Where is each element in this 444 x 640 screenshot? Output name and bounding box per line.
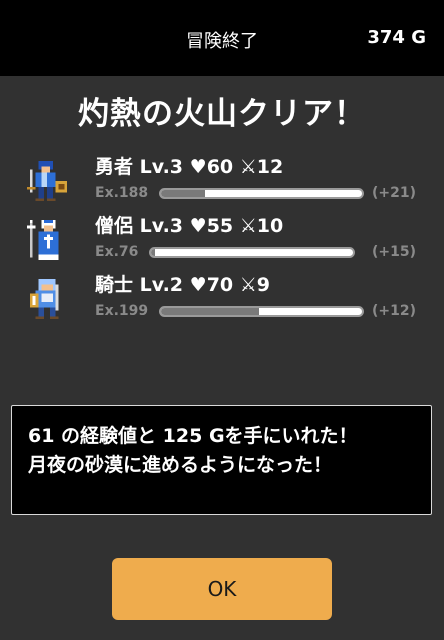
ok-button[interactable]: OK (112, 558, 332, 620)
knight-sprite-icon (29, 278, 59, 320)
member-attack: ⚔10 (239, 215, 284, 237)
member-name: 僧侶 (95, 215, 134, 237)
header-bar: 冒険終了 374 G (0, 0, 444, 76)
member-stats: 僧侶 Lv.3 ♥55 ⚔10 (95, 211, 283, 238)
member-level: Lv.3 (139, 215, 184, 237)
member-level: Lv.3 (139, 156, 184, 178)
exp-progress-bar (149, 247, 355, 258)
gold-counter: 374 G (367, 27, 426, 48)
member-exp: Ex.188 (95, 185, 149, 201)
exp-gain: (+21) (371, 185, 416, 201)
clear-title: 灼熱の火山クリア！ (78, 96, 366, 132)
member-name: 勇者 (95, 156, 134, 178)
hero-sprite-icon (26, 160, 68, 202)
member-stats: 勇者 Lv.3 ♥60 ⚔12 (95, 152, 283, 179)
member-hp: ♥70 (189, 274, 234, 296)
exp-progress-bar (159, 188, 364, 199)
message-line: 月夜の砂漠に進めるようになった！ (28, 454, 333, 476)
exp-gain: (+15) (371, 244, 416, 260)
message-line: 61 の経験値と 125 Gを手にいれた！ (28, 425, 358, 447)
member-attack: ⚔12 (239, 156, 284, 178)
member-exp: Ex.76 (95, 244, 139, 260)
member-level: Lv.2 (139, 274, 184, 296)
member-exp: Ex.199 (95, 303, 149, 319)
exp-progress-fill (161, 190, 206, 197)
member-hp: ♥55 (189, 215, 234, 237)
member-hp: ♥60 (189, 156, 234, 178)
party-member-knight: 騎士 Lv.2 ♥70 ⚔9 Ex.199 (+12) (0, 274, 444, 338)
member-name: 騎士 (95, 274, 134, 296)
priest-sprite-icon (26, 219, 59, 261)
exp-progress-fill (151, 249, 156, 256)
member-stats: 騎士 Lv.2 ♥70 ⚔9 (95, 270, 270, 297)
result-message-box: 61 の経験値と 125 Gを手にいれた！ 月夜の砂漠に進めるようになった！ (11, 405, 432, 515)
exp-progress-fill (161, 308, 260, 315)
exp-gain: (+12) (371, 303, 416, 319)
exp-progress-bar (159, 306, 364, 317)
member-attack: ⚔9 (239, 274, 271, 296)
